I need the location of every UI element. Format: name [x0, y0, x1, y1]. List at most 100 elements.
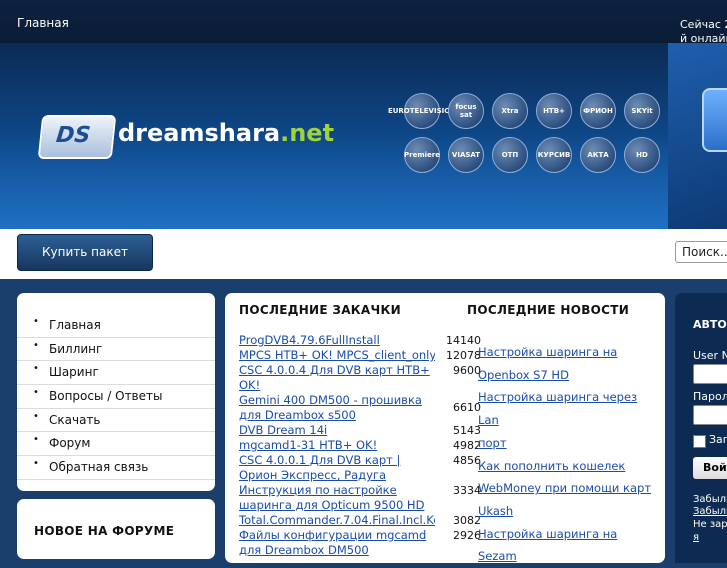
- login-title: АВТО: [693, 318, 727, 331]
- online-line-1: Сейчас 2: [680, 18, 727, 31]
- list-item: DVB Dream 14i 5143: [239, 423, 481, 438]
- news-link-line: Настройка шаринга через Lan: [478, 390, 638, 428]
- sidebar-item-label: Шаринг: [49, 365, 99, 380]
- sidebar-item-download[interactable]: Скачать: [17, 409, 215, 433]
- list-item: Инструкция по настройке шаринга для Opti…: [239, 483, 481, 513]
- channel-logo-icon: Xtra: [492, 93, 528, 129]
- sidebar-item-label: Биллинг: [49, 341, 103, 356]
- channel-logo-icon: ФРИОН: [580, 93, 616, 129]
- download-link[interactable]: MPCS НТВ+ OK! MPCS_client_only: [239, 348, 435, 363]
- channel-logo-icon: НТВ+: [536, 93, 572, 129]
- top-bar: Главная Сейчас 2 й онлайн: [0, 0, 727, 46]
- remember-me-label: Зап: [709, 433, 727, 446]
- search-input[interactable]: [675, 241, 727, 263]
- channel-logo-icon: АКТА: [580, 137, 616, 173]
- channel-logo-icon: КУРСИВ: [536, 137, 572, 173]
- username-label: User N: [693, 349, 727, 362]
- download-count: 9600: [453, 364, 481, 377]
- news-title: ПОСЛЕДНИЕ НОВОСТИ: [467, 303, 630, 317]
- list-item: Файлы конфигурации mgcamd для Dreambox D…: [239, 528, 481, 558]
- forum-news-panel: НОВОЕ НА ФОРУМЕ: [17, 499, 215, 559]
- login-button[interactable]: Войт: [693, 457, 727, 479]
- download-link[interactable]: Total.Commander.7.04.Final.Incl.Key: [239, 513, 435, 528]
- top-nav-home-link[interactable]: Главная: [17, 16, 69, 30]
- download-count: 3082: [453, 514, 481, 527]
- content-area: Главная Биллинг Шаринг Вопросы / Ответы …: [0, 279, 727, 563]
- logo-badge: DS: [37, 115, 117, 159]
- sidebar-item-label: Скачать: [49, 412, 101, 427]
- list-item: Gemini 400 DM500 - прошивка для Dreambox…: [239, 393, 481, 423]
- download-count: 5143: [453, 424, 481, 437]
- sidebar-item-sharing[interactable]: Шаринг: [17, 361, 215, 386]
- remember-me-checkbox[interactable]: [693, 435, 706, 448]
- news-link[interactable]: Настройка шаринга на Sezam: [478, 523, 658, 568]
- download-link[interactable]: CSC 4.0.0.4 Для DVB карт НТВ+ OK!: [239, 363, 435, 393]
- downloads-list: ProgDVB4.79.6FullInstall 14140 MPCS НТВ+ …: [239, 333, 481, 558]
- channel-logo-icon: focus sat: [448, 93, 484, 129]
- download-link[interactable]: Файлы конфигурации mgcamd для Dreambox D…: [239, 528, 435, 558]
- sidebar-item-label: Вопросы / Ответы: [49, 389, 163, 404]
- news-link-line: WebMoney при помощи карт: [478, 481, 652, 496]
- sidebar-item-label: Обратная связь: [49, 460, 149, 475]
- download-link[interactable]: DVB Dream 14i: [239, 423, 435, 438]
- list-item: ProgDVB4.79.6FullInstall 14140: [239, 333, 481, 348]
- online-users-counter: Сейчас 2 й онлайн: [680, 18, 727, 46]
- sidebar-item-label: Форум: [49, 436, 91, 451]
- sidebar-item-forum[interactable]: Форум: [17, 432, 215, 457]
- sidebar-item-label: Главная: [49, 318, 101, 332]
- channel-logo-icon: VIASAT: [448, 137, 484, 173]
- channel-logo-icon: Premiere: [404, 137, 440, 173]
- sidebar-item-feedback[interactable]: Обратная связь: [17, 456, 215, 480]
- list-item: Total.Commander.7.04.Final.Incl.Key 3082: [239, 513, 481, 528]
- sidebar-item-billing[interactable]: Биллинг: [17, 338, 215, 362]
- register-text: Не заре: [693, 519, 727, 530]
- username-input[interactable]: [693, 364, 727, 384]
- download-link[interactable]: ProgDVB4.79.6FullInstall: [239, 333, 435, 348]
- list-item: mgcamd1-31 НТВ+ OK! 4982: [239, 438, 481, 453]
- download-link[interactable]: Инструкция по настройке шаринга для Opti…: [239, 483, 435, 513]
- channel-logo-icon: ОТП: [492, 137, 528, 173]
- channel-logo-icon: SKYit: [624, 93, 660, 129]
- list-item: CSC 4.0.0.1 Для DVB карт | Орион Экспрес…: [239, 453, 481, 483]
- password-label: Пароль: [693, 390, 727, 403]
- buy-package-button[interactable]: Купить пакет: [17, 234, 153, 271]
- main-panel: ПОСЛЕДНИЕ ЗАКАЧКИ ПОСЛЕДНИЕ НОВОСТИ Prog…: [225, 293, 665, 563]
- downloads-title: ПОСЛЕДНИЕ ЗАКАЧКИ: [239, 303, 401, 317]
- channel-logo-icon: EUROTELEVISION: [388, 93, 456, 129]
- forgot-username-link[interactable]: Забыли: [693, 505, 727, 518]
- download-count: 14140: [446, 334, 481, 347]
- download-link[interactable]: Gemini 400 DM500 - прошивка для Dreambox…: [239, 393, 435, 423]
- list-item: CSC 4.0.0.4 Для DVB карт НТВ+ OK! 9600: [239, 363, 481, 393]
- news-link-line: Настройка шаринга на: [478, 345, 618, 359]
- download-count: 4856: [453, 454, 481, 467]
- download-count: 2926: [453, 529, 481, 542]
- banner-side-panel: [668, 43, 727, 229]
- news-link[interactable]: Как пополнить кошелек WebMoney при помощи…: [478, 455, 658, 523]
- sidebar-menu: Главная Биллинг Шаринг Вопросы / Ответы …: [17, 293, 215, 491]
- download-count: 3334: [453, 484, 481, 497]
- news-list: Настройка шаринга на Openbox S7 HD Настро…: [478, 341, 658, 568]
- sidebar-item-faq[interactable]: Вопросы / Ответы: [17, 385, 215, 409]
- download-link[interactable]: CSC 4.0.0.1 Для DVB карт | Орион Экспрес…: [239, 453, 435, 483]
- register-link[interactable]: я: [693, 531, 699, 544]
- action-bar: Купить пакет: [0, 229, 727, 279]
- download-link[interactable]: mgcamd1-31 НТВ+ OK!: [239, 438, 435, 453]
- news-link-line: Как пополнить кошелек: [478, 458, 626, 473]
- download-count: 6610: [453, 401, 481, 414]
- news-link[interactable]: Настройка шаринга на Openbox S7 HD: [478, 341, 658, 386]
- news-link-line: Openbox S7 HD: [478, 367, 569, 382]
- channel-logo-icon: HD: [624, 137, 660, 173]
- sidebar-item-home[interactable]: Главная: [17, 314, 215, 338]
- forum-title: НОВОЕ НА ФОРУМЕ: [34, 524, 175, 538]
- logo-text: dreamshara.net: [118, 119, 334, 147]
- news-link[interactable]: Настройка шаринга через Lan порт: [478, 386, 658, 454]
- download-count: 4982: [453, 439, 481, 452]
- news-link-line: Ukash: [478, 503, 514, 518]
- header-banner: DS dreamshara.net EUROTELEVISION focus s…: [0, 43, 727, 229]
- download-count: 12078: [446, 349, 481, 362]
- news-link-line: порт: [478, 435, 507, 450]
- news-link-line: Настройка шаринга на Sezam: [478, 526, 618, 564]
- password-input[interactable]: [693, 405, 727, 425]
- logo-name-tld: .net: [280, 119, 335, 147]
- logo-badge-text: DS: [54, 123, 92, 148]
